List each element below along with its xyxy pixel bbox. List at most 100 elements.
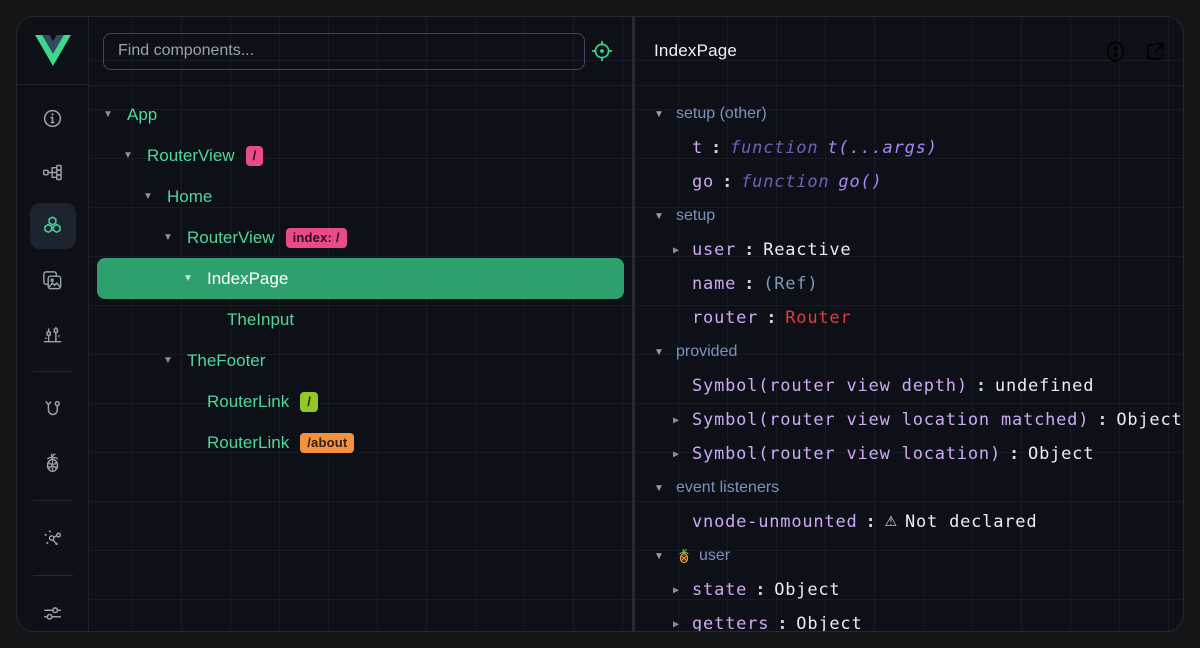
state-key: state (692, 580, 747, 600)
open-in-editor-icon (1143, 39, 1168, 64)
state-value: Router (785, 308, 851, 328)
state-row: vnode-unmounted : ⚠ Not declared (635, 505, 1183, 539)
key-value-separator: : (711, 138, 722, 158)
component-name: TheInput (227, 310, 294, 330)
pinia-pineapple-icon (676, 548, 692, 564)
state-value: Object (1116, 410, 1182, 430)
section-label: setup (other) (676, 105, 767, 123)
function-signature: t(...args) (827, 138, 937, 158)
expand-arrow-icon[interactable] (163, 355, 187, 366)
section-label: event listeners (676, 479, 779, 497)
state-key: Symbol(router view depth) (692, 376, 968, 396)
state-key: t (692, 138, 703, 158)
component-name: RouterView (147, 146, 235, 166)
expand-arrow-icon[interactable] (673, 415, 692, 426)
pinia-icon[interactable] (30, 440, 76, 486)
section-arrow-icon[interactable] (654, 347, 676, 358)
expand-arrow-icon[interactable] (673, 449, 692, 460)
state-row: router : Router (635, 301, 1183, 335)
section-arrow-icon[interactable] (654, 211, 676, 222)
state-value: undefined (995, 376, 1094, 396)
search-input[interactable] (103, 33, 585, 70)
key-value-separator: : (1097, 410, 1108, 430)
components-pane: App RouterView / Home RouterView index: … (89, 17, 632, 631)
section-label: provided (676, 343, 737, 361)
route-badge: /about (300, 433, 354, 453)
state-key: router (692, 308, 758, 328)
state-key: getters (692, 614, 769, 631)
section-arrow-icon[interactable] (654, 109, 676, 120)
sidebar-divider (33, 575, 73, 576)
tree-row-routerlink-about[interactable]: RouterLink /about (97, 422, 624, 463)
tree-row-routerview[interactable]: RouterView / (97, 135, 624, 176)
route-badge: / (246, 146, 264, 166)
expand-arrow-icon[interactable] (673, 245, 692, 256)
state-row-expandable[interactable]: state : Object (635, 573, 1183, 607)
tree-row-thefooter[interactable]: TheFooter (97, 340, 624, 381)
state-row: t : function t(...args) (635, 131, 1183, 165)
components-icon[interactable] (30, 203, 76, 249)
graph-icon[interactable] (30, 515, 76, 561)
state-row-expandable[interactable]: getters : Object (635, 607, 1183, 631)
info-icon[interactable] (30, 95, 76, 141)
component-name: TheFooter (187, 351, 265, 371)
tree-row-routerlink-home[interactable]: RouterLink / (97, 381, 624, 422)
state-key: Symbol(router view location matched) (692, 410, 1089, 430)
function-keyword: function (741, 172, 829, 192)
section-setup[interactable]: setup (635, 199, 1183, 233)
component-name: RouterView (187, 228, 275, 248)
component-tree: App RouterView / Home RouterView index: … (89, 86, 632, 631)
key-value-separator: : (766, 308, 777, 328)
expand-arrow-icon[interactable] (123, 150, 147, 161)
expand-arrow-icon[interactable] (103, 109, 127, 120)
section-event-listeners[interactable]: event listeners (635, 471, 1183, 505)
section-provided[interactable]: provided (635, 335, 1183, 369)
vue-logo (17, 17, 88, 85)
key-value-separator: : (722, 172, 733, 192)
section-label: user (699, 547, 730, 565)
select-component-in-page-button[interactable] (586, 35, 618, 67)
scroll-into-view-button[interactable] (1101, 37, 1129, 65)
component-tree-icon[interactable] (30, 149, 76, 195)
tree-row-routerview-nested[interactable]: RouterView index: / (97, 217, 624, 258)
open-in-editor-button[interactable] (1141, 37, 1169, 65)
target-icon (590, 39, 614, 63)
settings-icon[interactable] (30, 590, 76, 632)
expand-arrow-icon[interactable] (673, 619, 692, 630)
section-setup-other[interactable]: setup (other) (635, 97, 1183, 131)
vue-devtools-window: App RouterView / Home RouterView index: … (16, 16, 1184, 632)
key-value-separator: : (866, 512, 877, 532)
state-value: Object (1028, 444, 1094, 464)
router-icon[interactable] (30, 386, 76, 432)
pages-icon[interactable] (30, 257, 76, 303)
components-toolbar (89, 17, 632, 86)
tree-row-home[interactable]: Home (97, 176, 624, 217)
state-value: Not declared (905, 512, 1037, 532)
expand-arrow-icon[interactable] (163, 232, 187, 243)
tree-row-theinput[interactable]: TheInput (97, 299, 624, 340)
state-row-expandable[interactable]: Symbol(router view location matched) : O… (635, 403, 1183, 437)
expand-arrow-icon[interactable] (183, 273, 207, 284)
state-key: user (692, 240, 736, 260)
section-arrow-icon[interactable] (654, 483, 676, 494)
state-key: vnode-unmounted (692, 512, 858, 532)
section-arrow-icon[interactable] (654, 551, 676, 562)
state-key: name (692, 274, 736, 294)
timeline-icon[interactable] (30, 311, 76, 357)
state-row-expandable[interactable]: user : Reactive (635, 233, 1183, 267)
section-user-store[interactable]: user (635, 539, 1183, 573)
expand-arrow-icon[interactable] (143, 191, 167, 202)
tree-row-app[interactable]: App (97, 94, 624, 135)
section-label: setup (676, 207, 715, 225)
state-value: (Ref) (763, 274, 818, 294)
state-inspector: setup (other) t : function t(...args) go… (635, 86, 1183, 631)
state-row: name : (Ref) (635, 267, 1183, 301)
inspected-component-title: IndexPage (654, 41, 737, 61)
tree-row-indexpage-selected[interactable]: IndexPage (97, 258, 624, 299)
state-value: Object (774, 580, 840, 600)
expand-arrow-icon[interactable] (673, 585, 692, 596)
state-row-expandable[interactable]: Symbol(router view location) : Object (635, 437, 1183, 471)
component-name: RouterLink (207, 392, 289, 412)
route-badge: index: / (286, 228, 347, 248)
state-value: Object (796, 614, 862, 631)
